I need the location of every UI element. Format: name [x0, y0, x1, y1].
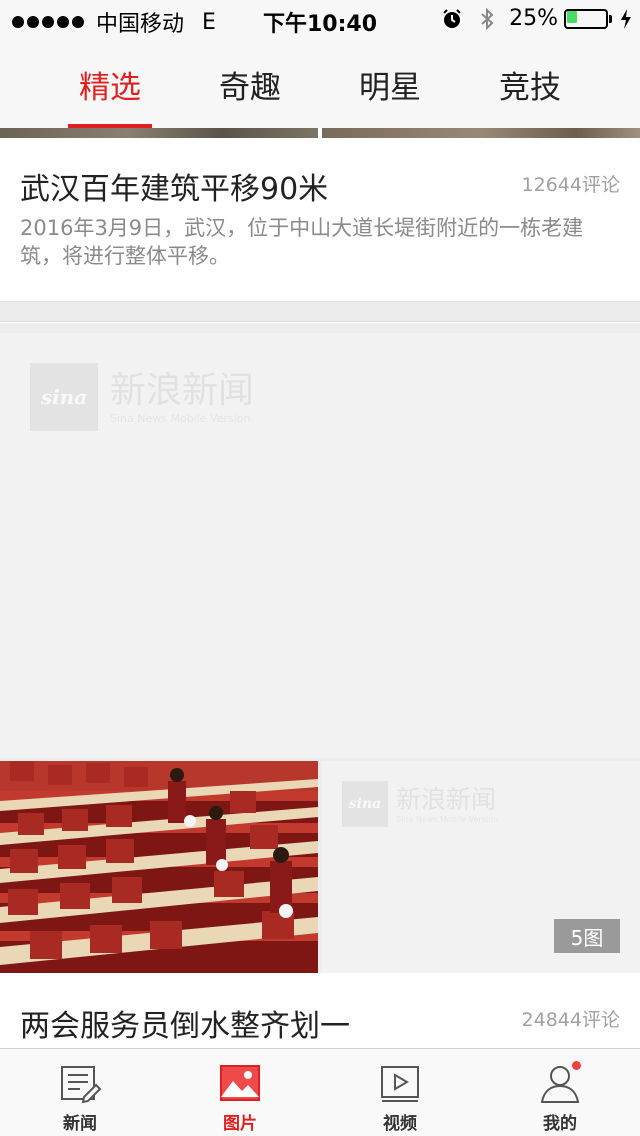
- article-summary: 2016年3月9日，武汉，位于中山大道长堤街附近的一栋老建筑，将进行整体平移。: [20, 216, 584, 268]
- watermark-title: 新浪新闻: [396, 784, 497, 814]
- bottom-tab-bar: 新闻 图片 视频 我的: [0, 1048, 640, 1136]
- image-thumbnail[interactable]: [322, 128, 640, 138]
- tab-qiqu[interactable]: 奇趣: [180, 40, 320, 128]
- tab-mingxing[interactable]: 明星: [320, 40, 460, 128]
- previous-article-images[interactable]: [0, 128, 640, 138]
- card-footer: 两会服务员倒水整齐划一 24844评论: [0, 973, 640, 1048]
- watermark-title: 新浪新闻: [110, 369, 255, 411]
- sina-watermark: sina 新浪新闻 Sina News Mobile Version: [30, 363, 254, 431]
- tab-news[interactable]: 新闻: [0, 1049, 160, 1136]
- alarm-icon: [443, 8, 461, 28]
- image-thumbnail[interactable]: sina 新浪新闻 Sina News Mobile Version 5图: [322, 761, 640, 973]
- tab-label: 视频: [383, 1114, 417, 1134]
- tab-label: 图片: [223, 1114, 257, 1134]
- assembly-hall-photo: [0, 761, 318, 973]
- article-title: 武汉百年建筑平移90米: [20, 172, 329, 207]
- image-thumbnail[interactable]: [0, 761, 318, 973]
- tab-label: 我的: [543, 1114, 577, 1134]
- main-image-placeholder[interactable]: sina 新浪新闻 Sina News Mobile Version: [0, 333, 640, 758]
- tab-jingxuan[interactable]: 精选: [40, 40, 180, 128]
- video-icon: [381, 1066, 419, 1102]
- photo-gallery-card[interactable]: sina 新浪新闻 Sina News Mobile Version sina …: [0, 323, 640, 1048]
- comment-count: 12644评论: [521, 174, 620, 196]
- picture-icon: [220, 1065, 260, 1101]
- sina-watermark: sina 新浪新闻 Sina News Mobile Version: [342, 781, 498, 827]
- battery-icon: [564, 8, 614, 30]
- tab-video[interactable]: 视频: [320, 1049, 480, 1136]
- status-right: 25%: [441, 6, 632, 31]
- article-card[interactable]: 武汉百年建筑平移90米 12644评论 2016年3月9日，武汉，位于中山大道长…: [0, 138, 640, 302]
- sina-logo: sina: [30, 363, 98, 431]
- watermark-subtitle: Sina News Mobile Version: [396, 814, 499, 824]
- category-tabs: 精选 奇趣 明星 竞技: [0, 40, 640, 128]
- article-title: 两会服务员倒水整齐划一: [20, 1009, 350, 1044]
- status-bar: 中国移动 E 下午10:40 25%: [0, 0, 640, 40]
- bluetooth-icon: [481, 7, 494, 30]
- tab-label: 新闻: [63, 1114, 97, 1134]
- notification-dot: [572, 1061, 581, 1070]
- tab-profile[interactable]: 我的: [480, 1049, 640, 1136]
- image-thumbnail[interactable]: [0, 128, 318, 138]
- comment-count: 24844评论: [521, 1009, 620, 1031]
- watermark-subtitle: Sina News Mobile Version: [110, 411, 251, 425]
- tab-pictures[interactable]: 图片: [160, 1049, 320, 1136]
- tab-jingji[interactable]: 竞技: [460, 40, 600, 128]
- sina-logo: sina: [342, 781, 388, 827]
- section-divider: [0, 302, 640, 322]
- image-count-badge: 5图: [554, 919, 620, 953]
- charging-icon: [621, 8, 631, 29]
- battery-percent: 25%: [509, 6, 558, 31]
- news-icon: [61, 1066, 102, 1104]
